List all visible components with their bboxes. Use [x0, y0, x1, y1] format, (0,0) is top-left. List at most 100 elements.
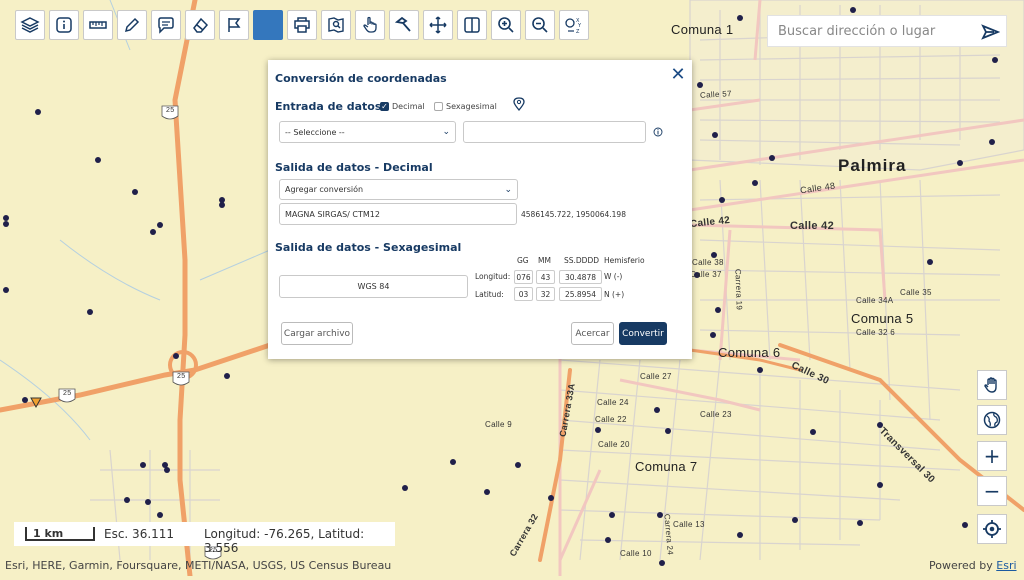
load-file-button[interactable]: Cargar archivo	[281, 322, 353, 345]
close-icon[interactable]: ✕	[668, 65, 688, 85]
layers-button[interactable]	[15, 10, 45, 40]
coordinates-button[interactable]: XYZ	[559, 10, 589, 40]
measure-button[interactable]	[83, 10, 113, 40]
select-button[interactable]	[355, 10, 385, 40]
street-label: Calle 9	[485, 420, 513, 429]
map-search-icon	[328, 17, 344, 33]
latitude-degrees: 03	[514, 287, 533, 301]
street-label: Calle 34A	[856, 296, 894, 305]
highway-shield: 25	[63, 390, 72, 397]
zoom-out-icon	[532, 17, 548, 33]
hammer-icon	[394, 16, 411, 32]
tools-button[interactable]	[389, 10, 419, 40]
split-view-button[interactable]	[457, 10, 487, 40]
pan-hand-button[interactable]	[977, 370, 1007, 400]
highway-shield: 25	[177, 373, 186, 380]
check-icon: ✓	[380, 102, 389, 111]
xyz-coordinates-icon: XYZ	[565, 18, 582, 35]
coordinate-input[interactable]	[463, 121, 646, 143]
globe-button[interactable]	[977, 405, 1007, 435]
ruler-icon	[89, 21, 107, 29]
cursor-coordinates: Longitud: -76.265, Latitud: 3.556	[204, 527, 365, 555]
street-label: Calle 13	[673, 520, 705, 529]
powered-by: Powered by Esri	[929, 559, 1017, 572]
longitude-minutes: 43	[536, 270, 555, 284]
eraser-icon	[193, 17, 209, 33]
hand-icon	[984, 377, 997, 393]
street-label: Calle 35	[900, 288, 932, 297]
powered-by-label: Powered by	[929, 559, 993, 572]
input-section-title: Entrada de datos	[275, 100, 382, 113]
district-label: Comuna 7	[635, 459, 698, 474]
pencil-icon	[124, 17, 140, 33]
latitude-label: Latitud:	[475, 290, 504, 299]
dialog-title: Conversión de coordenadas	[275, 72, 447, 85]
globe-icon	[983, 411, 1001, 429]
map-zoom-in-button[interactable]: +	[977, 441, 1007, 471]
info-icon[interactable]	[653, 127, 663, 137]
print-icon	[294, 17, 310, 33]
esri-link[interactable]: Esri	[996, 559, 1016, 572]
minus-icon: −	[983, 479, 1001, 503]
blank-tool-button[interactable]	[253, 10, 283, 40]
decimal-checkbox[interactable]: ✓ Decimal	[380, 102, 425, 111]
layers-icon	[20, 17, 40, 33]
location-pin-icon[interactable]	[513, 97, 525, 111]
erase-button[interactable]	[185, 10, 215, 40]
zoom-in-icon	[498, 17, 514, 33]
pan-button[interactable]	[423, 10, 453, 40]
chevron-down-icon: ⌄	[442, 127, 450, 137]
longitude-seconds: 30.4878	[559, 270, 602, 284]
street-label: Calle 37	[690, 270, 722, 279]
hand-pointer-icon	[363, 16, 377, 33]
address-search	[767, 15, 1007, 47]
map-toolbar: XYZ	[15, 10, 589, 42]
move-icon	[429, 16, 447, 34]
zoom-in-button[interactable]	[491, 10, 521, 40]
longitude-degrees: 076	[514, 270, 533, 284]
select-value: -- Seleccione --	[285, 127, 345, 137]
district-label: Comuna 6	[718, 345, 781, 360]
send-icon[interactable]	[980, 22, 1000, 42]
split-view-icon	[464, 17, 480, 33]
flag-icon	[228, 18, 241, 32]
info-button[interactable]	[49, 10, 79, 40]
coordinate-conversion-dialog: Conversión de coordenadas ✕ Entrada de d…	[268, 60, 692, 359]
street-label: Calle 38	[692, 258, 724, 267]
comment-icon	[158, 17, 174, 34]
street-label: Calle 27	[640, 372, 672, 381]
decimal-result: 4586145.722, 1950064.198	[521, 210, 626, 219]
street-label: Calle 42	[790, 220, 834, 232]
zoom-out-button[interactable]	[525, 10, 555, 40]
draw-button[interactable]	[117, 10, 147, 40]
map-search-button[interactable]	[321, 10, 351, 40]
district-label: Comuna 5	[851, 311, 914, 326]
map-zoom-out-button[interactable]: −	[977, 476, 1007, 506]
add-conversion-select[interactable]: Agregar conversión ⌄	[279, 179, 518, 200]
hemisphere-header: Hemisferio	[604, 256, 645, 265]
flag-button[interactable]	[219, 10, 249, 40]
longitude-label: Longitud:	[475, 272, 511, 281]
locate-button[interactable]	[977, 514, 1007, 544]
zoom-to-button[interactable]: Acercar	[571, 322, 614, 345]
system-select[interactable]: -- Seleccione -- ⌄	[279, 121, 456, 143]
street-label: Calle 57	[699, 89, 732, 100]
latitude-hemisphere: N (+)	[604, 290, 625, 299]
city-label: Palmira	[838, 156, 907, 175]
longitude-hemisphere: W (-)	[604, 272, 623, 281]
search-input[interactable]	[776, 22, 980, 40]
datum-field: WGS 84	[279, 275, 468, 298]
decimal-output-title: Salida de datos - Decimal	[275, 161, 433, 174]
street-label: Calle 23	[700, 410, 732, 419]
street-label: Calle 20	[598, 440, 630, 449]
street-label: Calle 22	[595, 415, 627, 424]
sexagesimal-checkbox[interactable]: Sexagesimal	[434, 102, 497, 111]
print-button[interactable]	[287, 10, 317, 40]
add-conversion-label: Agregar conversión	[285, 185, 364, 194]
convert-button[interactable]: Convertir	[619, 322, 667, 345]
chevron-down-icon: ⌄	[504, 184, 512, 195]
sexagesimal-output-title: Salida de datos - Sexagesimal	[275, 241, 462, 254]
comment-button[interactable]	[151, 10, 181, 40]
svg-text:Z: Z	[576, 29, 580, 35]
crosshair-icon	[983, 520, 1001, 538]
